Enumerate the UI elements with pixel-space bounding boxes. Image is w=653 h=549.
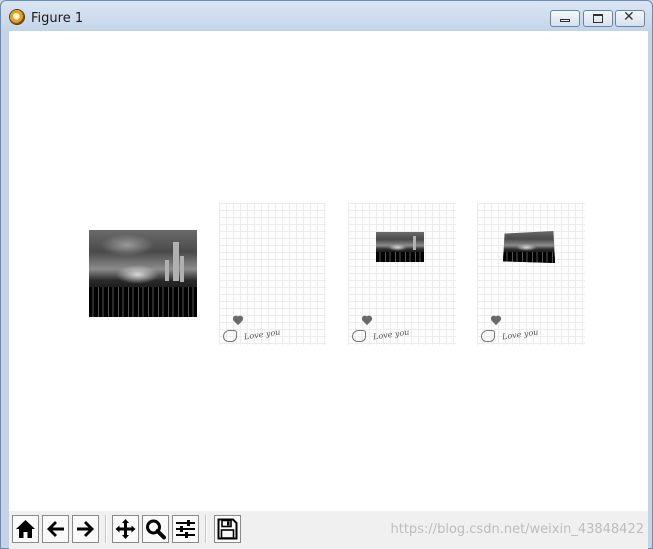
forward-button[interactable] <box>72 515 99 543</box>
subplot-photo <box>89 230 197 317</box>
save-button[interactable] <box>214 515 241 543</box>
hand-icon <box>223 330 237 342</box>
inserted-photo <box>376 232 424 262</box>
pan-button[interactable] <box>112 515 139 543</box>
hand-icon <box>352 330 366 342</box>
subplot-composite: Love you <box>348 203 456 345</box>
minimize-icon <box>560 19 570 22</box>
floppy-disk-icon <box>217 518 238 540</box>
love-you-text: Love you <box>243 327 281 342</box>
watermark-text: https://blog.csdn.net/weixin_43848422 <box>390 522 644 537</box>
toolbar-separator <box>105 515 107 543</box>
configure-subplots-button[interactable] <box>172 515 199 543</box>
arrow-right-icon <box>77 521 94 537</box>
figure-window: Figure 1 ✕ Love you Love you Love you ht… <box>0 0 653 549</box>
back-button[interactable] <box>42 515 69 543</box>
maximize-button[interactable] <box>583 10 613 27</box>
arrow-left-icon <box>47 521 64 537</box>
zoom-button[interactable] <box>142 515 169 543</box>
home-icon <box>16 520 35 538</box>
love-you-text: Love you <box>372 327 410 342</box>
heart-icon <box>232 316 244 326</box>
toolbar-separator <box>205 515 207 543</box>
close-icon: ✕ <box>623 9 635 25</box>
figure-canvas[interactable]: Love you Love you Love you <box>9 31 648 511</box>
maximize-icon <box>593 14 603 23</box>
close-button[interactable]: ✕ <box>615 9 645 27</box>
subplot-warped: Love you <box>477 203 585 345</box>
move-icon <box>115 519 136 539</box>
matplotlib-logo-icon <box>10 10 24 24</box>
hand-icon <box>481 330 495 342</box>
subplot-background: Love you <box>219 203 326 345</box>
magnifier-icon <box>146 519 166 540</box>
navigation-toolbar: https://blog.csdn.net/weixin_43848422 <box>9 511 648 549</box>
window-title: Figure 1 <box>31 11 84 26</box>
warped-photo <box>503 231 555 263</box>
sliders-icon <box>176 520 195 538</box>
minimize-button[interactable] <box>550 10 580 27</box>
title-bar[interactable]: Figure 1 ✕ <box>1 1 652 31</box>
love-you-text: Love you <box>501 327 539 342</box>
heart-icon <box>490 316 502 326</box>
heart-icon <box>361 316 373 326</box>
home-button[interactable] <box>12 515 39 543</box>
